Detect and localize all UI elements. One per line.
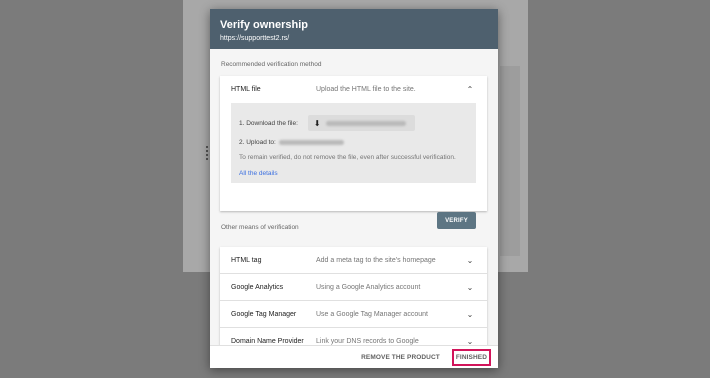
method-google-tag-manager[interactable]: Google Tag Manager Use a Google Tag Mana… — [220, 301, 487, 328]
upload-url-redacted — [278, 140, 344, 145]
method-html-tag[interactable]: HTML tag Add a meta tag to the site's ho… — [220, 247, 487, 274]
html-file-card: HTML file Upload the HTML file to the si… — [220, 76, 487, 229]
dialog-title: Verify ownership — [220, 19, 309, 31]
remain-verified-text: To remain verified, do not remove the fi… — [239, 154, 456, 161]
chevron-down-icon[interactable]: ⌄ — [464, 337, 476, 346]
dialog-subtitle: https://supporttest2.rs/ — [220, 35, 290, 42]
html-file-details: 1. Download the file: ⬇ 2. Upload to: To… — [231, 103, 476, 183]
method-google-analytics[interactable]: Google Analytics Using a Google Analytic… — [220, 274, 487, 301]
step-upload: 2. Upload to: — [239, 139, 344, 146]
html-file-description: Upload the HTML file to the site. — [316, 86, 416, 93]
html-file-name: HTML file — [231, 86, 261, 93]
finished-button[interactable]: FINISHED — [451, 348, 491, 366]
remove-product-button[interactable]: REMOVE THE PRODUCT — [361, 354, 440, 361]
download-icon: ⬇ — [313, 118, 321, 128]
method-name: Google Tag Manager — [231, 310, 297, 318]
method-name: HTML tag — [231, 256, 262, 264]
other-section-label: Other means of verification — [221, 224, 299, 231]
chevron-down-icon[interactable]: ⌄ — [464, 283, 476, 292]
method-description: Using a Google Analytics account — [316, 283, 421, 291]
step-download: 1. Download the file: ⬇ — [239, 115, 415, 131]
verify-button[interactable]: VERIFY — [437, 212, 476, 229]
method-name: Domain Name Provider — [231, 337, 304, 345]
step-upload-label: 2. Upload to: — [239, 139, 276, 146]
method-domain-name-provider[interactable]: Domain Name Provider Link your DNS recor… — [220, 328, 487, 346]
download-file-button[interactable]: ⬇ — [307, 115, 415, 131]
filename-redacted — [325, 120, 406, 126]
chevron-down-icon[interactable]: ⌄ — [464, 256, 476, 265]
dialog-header: Verify ownership https://supporttest2.rs… — [210, 9, 498, 49]
method-name: Google Analytics — [231, 283, 284, 291]
step-download-label: 1. Download the file: — [239, 119, 298, 127]
method-description: Use a Google Tag Manager account — [316, 310, 428, 318]
method-description: Add a meta tag to the site's homepage — [316, 256, 436, 264]
recommended-section-label: Recommended verification method — [221, 61, 322, 68]
html-file-header[interactable]: HTML file Upload the HTML file to the si… — [220, 76, 487, 103]
chevron-down-icon[interactable]: ⌄ — [464, 310, 476, 319]
background-card — [500, 66, 520, 256]
dialog-footer: REMOVE THE PRODUCT FINISHED — [210, 345, 498, 368]
method-description: Link your DNS records to Google — [316, 337, 419, 345]
all-details-link[interactable]: All the details — [239, 170, 278, 177]
dialog-body: Recommended verification method HTML fil… — [210, 49, 498, 345]
verify-ownership-dialog: Verify ownership https://supporttest2.rs… — [210, 9, 498, 368]
chevron-up-icon[interactable]: ⌃ — [464, 85, 476, 94]
other-methods-list: HTML tag Add a meta tag to the site's ho… — [220, 247, 487, 345]
